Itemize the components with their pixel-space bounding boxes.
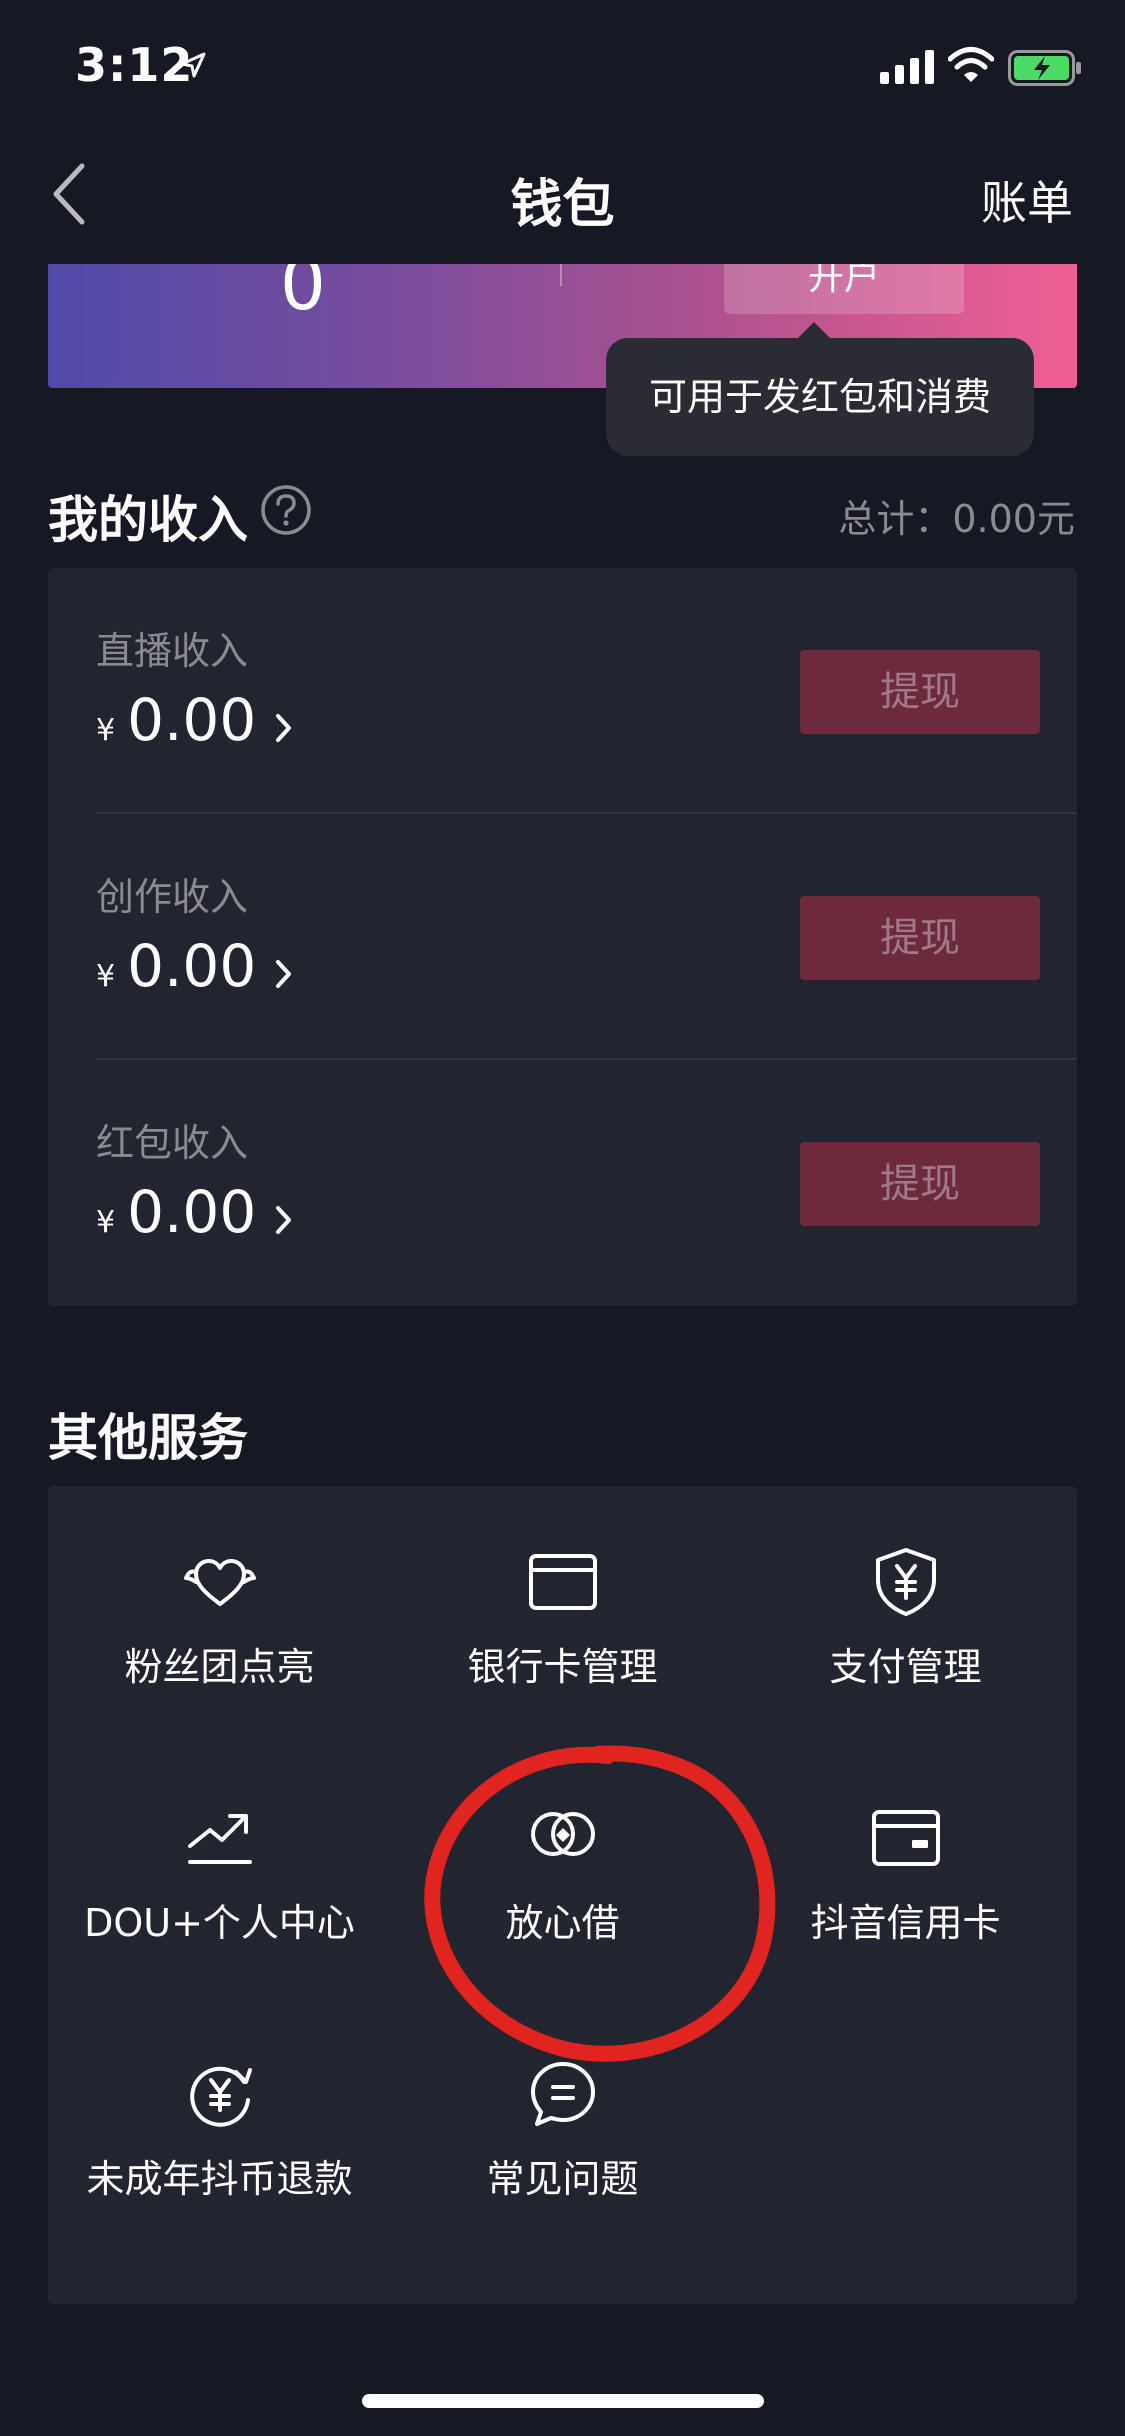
service-label: 抖音信用卡 <box>810 1901 1001 1945</box>
service-label: 常见问题 <box>486 2157 639 2201</box>
income-label: 直播收入 <box>96 629 249 673</box>
income-section-title: 我的收入 <box>48 491 248 549</box>
income-card: 直播收入 ¥ 0.00 提现 创作收入 ¥ 0.00 提现 红包收入 ¥ 0.0… <box>48 568 1077 1306</box>
bank-card-icon <box>529 1554 597 1610</box>
income-amount-link[interactable]: ¥ 0.00 <box>96 1178 294 1246</box>
service-label: 银行卡管理 <box>467 1645 658 1689</box>
cellular-signal-icon <box>880 50 934 84</box>
service-minor-refund[interactable]: 未成年抖币退款 <box>48 1998 391 2218</box>
income-amount-link[interactable]: ¥ 0.00 <box>96 686 294 754</box>
chevron-right-icon <box>276 960 292 988</box>
service-label: 未成年抖币退款 <box>86 2157 353 2201</box>
service-dou-plus[interactable]: DOU+个人中心 <box>48 1742 391 1962</box>
bill-link[interactable]: 账单 <box>981 167 1073 233</box>
wifi-icon <box>948 47 994 82</box>
income-row-live: 直播收入 ¥ 0.00 提现 <box>48 568 1077 814</box>
currency-symbol: ¥ <box>96 713 116 748</box>
service-label: 粉丝团点亮 <box>124 1645 315 1689</box>
page-title: 钱包 <box>510 175 615 235</box>
income-label: 红包收入 <box>96 1121 249 1165</box>
red-circle-annotation <box>424 1745 776 2062</box>
battery-charging-icon <box>1008 50 1081 86</box>
service-label: DOU+个人中心 <box>84 1901 355 1945</box>
status-time: 3:12 <box>75 38 194 92</box>
withdraw-button[interactable]: 提现 <box>800 1142 1040 1226</box>
service-bank-card[interactable]: 银行卡管理 <box>391 1486 734 1706</box>
income-row-red-packet: 红包收入 ¥ 0.00 提现 <box>48 1060 1077 1306</box>
fan-heart-icon <box>184 1559 256 1606</box>
income-total: 总计：0.00元 <box>838 497 1075 541</box>
chevron-right-icon <box>276 714 292 742</box>
service-payment-management[interactable]: 支付管理 <box>734 1486 1077 1706</box>
chevron-right-icon <box>276 1206 292 1234</box>
income-amount-link[interactable]: ¥ 0.00 <box>96 932 294 1000</box>
income-amount-value: 0.00 <box>127 686 257 754</box>
help-question-icon[interactable] <box>260 484 312 536</box>
trend-up-icon <box>188 1814 252 1864</box>
service-credit-card[interactable]: 抖音信用卡 <box>734 1742 1077 1962</box>
credit-card-icon <box>872 1810 940 1866</box>
faq-chat-icon <box>531 2062 595 2126</box>
home-indicator <box>362 2394 764 2408</box>
status-bar: 3:12 <box>0 0 1125 132</box>
balance-tooltip: 可用于发红包和消费 <box>606 338 1034 456</box>
yen-shield-icon <box>876 1548 936 1616</box>
location-arrow-icon <box>180 52 206 78</box>
income-label: 创作收入 <box>96 875 249 919</box>
wallet-screen: 3:12 钱包 账单 0 开户 可用于发红包和消费 我的收入 总计：0.00元 … <box>0 0 1125 2436</box>
income-amount-value: 0.00 <box>127 932 257 1000</box>
service-label: 支付管理 <box>829 1645 982 1689</box>
currency-symbol: ¥ <box>96 959 116 994</box>
withdraw-button[interactable]: 提现 <box>800 896 1040 980</box>
banner-divider <box>560 264 562 286</box>
income-row-creation: 创作收入 ¥ 0.00 提现 <box>48 814 1077 1060</box>
yen-refund-icon <box>190 2066 252 2127</box>
open-account-button[interactable]: 开户 <box>724 264 964 314</box>
income-amount-value: 0.00 <box>127 1178 257 1246</box>
service-fan-club[interactable]: 粉丝团点亮 <box>48 1486 391 1706</box>
services-section-title: 其他服务 <box>48 1409 248 1467</box>
currency-symbol: ¥ <box>96 1205 116 1240</box>
balance-value: 0 <box>280 264 326 326</box>
withdraw-button[interactable]: 提现 <box>800 650 1040 734</box>
navigation-bar: 钱包 账单 <box>0 132 1125 262</box>
